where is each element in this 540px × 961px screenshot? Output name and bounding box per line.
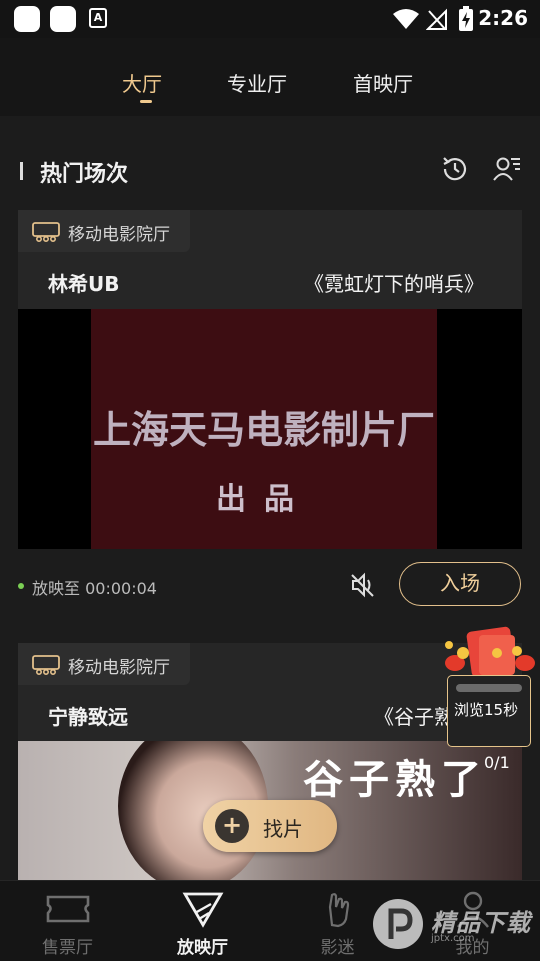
hall-tag-label: 移动电影院厅	[68, 658, 170, 678]
battery-charging-icon	[459, 6, 473, 31]
playback-row: 放映至 00:00:04 入场	[0, 549, 540, 621]
plus-icon: +	[215, 809, 249, 843]
top-tabs: 大厅 专业厅 首映厅	[0, 38, 540, 116]
no-signal-icon	[426, 8, 447, 30]
live-dot	[18, 583, 24, 589]
reward-label: 浏览15秒	[454, 701, 519, 719]
status-bar: A 2:26	[0, 0, 540, 38]
clock: 2:26	[478, 6, 528, 30]
frame-count: 0/1	[484, 753, 510, 772]
frame-subtext: 出品	[216, 482, 312, 517]
reward-progress-bar	[456, 684, 522, 692]
p-logo-icon	[388, 908, 413, 939]
wifi-icon	[393, 9, 419, 29]
screening-card[interactable]: 移动电影院厅 林希UB 《霓虹灯下的哨兵》	[18, 210, 522, 309]
cinema-icon	[32, 655, 60, 675]
tab-premiere[interactable]: 首映厅	[353, 68, 413, 97]
reward-panel: 浏览15秒	[447, 675, 531, 747]
watermark: 精品下载 jptx.com	[373, 895, 533, 955]
movie-title: 《霓虹灯下的哨兵》	[304, 272, 484, 296]
projector-icon	[182, 892, 224, 928]
frame-text: 上海天马电影制片厂	[92, 407, 435, 452]
enter-button[interactable]: 入场	[399, 562, 521, 606]
hall-tag-label: 移动电影院厅	[68, 225, 170, 245]
play-status: 放映至 00:00:04	[32, 579, 157, 598]
tab-indicator	[140, 100, 152, 103]
nav-label: 放映厅	[177, 938, 228, 958]
find-film-label: 找片	[263, 817, 303, 841]
tab-hall[interactable]: 大厅	[122, 68, 162, 97]
watermark-subtext: jptx.com	[431, 933, 475, 944]
ticket-icon	[46, 895, 90, 923]
hall-tag: 移动电影院厅	[18, 643, 190, 685]
video-preview[interactable]: 上海天马电影制片厂 出品	[18, 309, 522, 549]
red-envelope-icon	[445, 626, 535, 678]
cinema-icon	[32, 222, 60, 242]
hall-tag: 移动电影院厅	[18, 210, 190, 252]
mute-icon[interactable]	[349, 571, 377, 599]
video-frame: 上海天马电影制片厂 出品	[91, 309, 437, 549]
history-icon[interactable]	[440, 154, 470, 184]
user-list-icon[interactable]	[492, 154, 522, 184]
section-marker	[20, 162, 23, 180]
tab-professional[interactable]: 专业厅	[227, 68, 287, 97]
host-name: 宁静致远	[48, 705, 128, 729]
nav-screening-hall[interactable]: 放映厅	[135, 881, 270, 961]
section-title: 热门场次	[40, 162, 129, 187]
notification-icon	[14, 6, 40, 32]
frame-title: 谷子熟了	[303, 756, 487, 803]
notification-icon	[50, 6, 76, 32]
a-icon: A	[89, 8, 107, 28]
hand-icon	[328, 893, 350, 928]
nav-ticket-hall[interactable]: 售票厅	[0, 881, 135, 961]
nav-label: 售票厅	[42, 938, 93, 958]
host-name: 林希UB	[48, 272, 120, 296]
red-envelope-reward[interactable]: 浏览15秒	[441, 625, 537, 749]
find-film-button[interactable]: + 找片	[203, 800, 337, 852]
watermark-logo	[373, 899, 423, 949]
